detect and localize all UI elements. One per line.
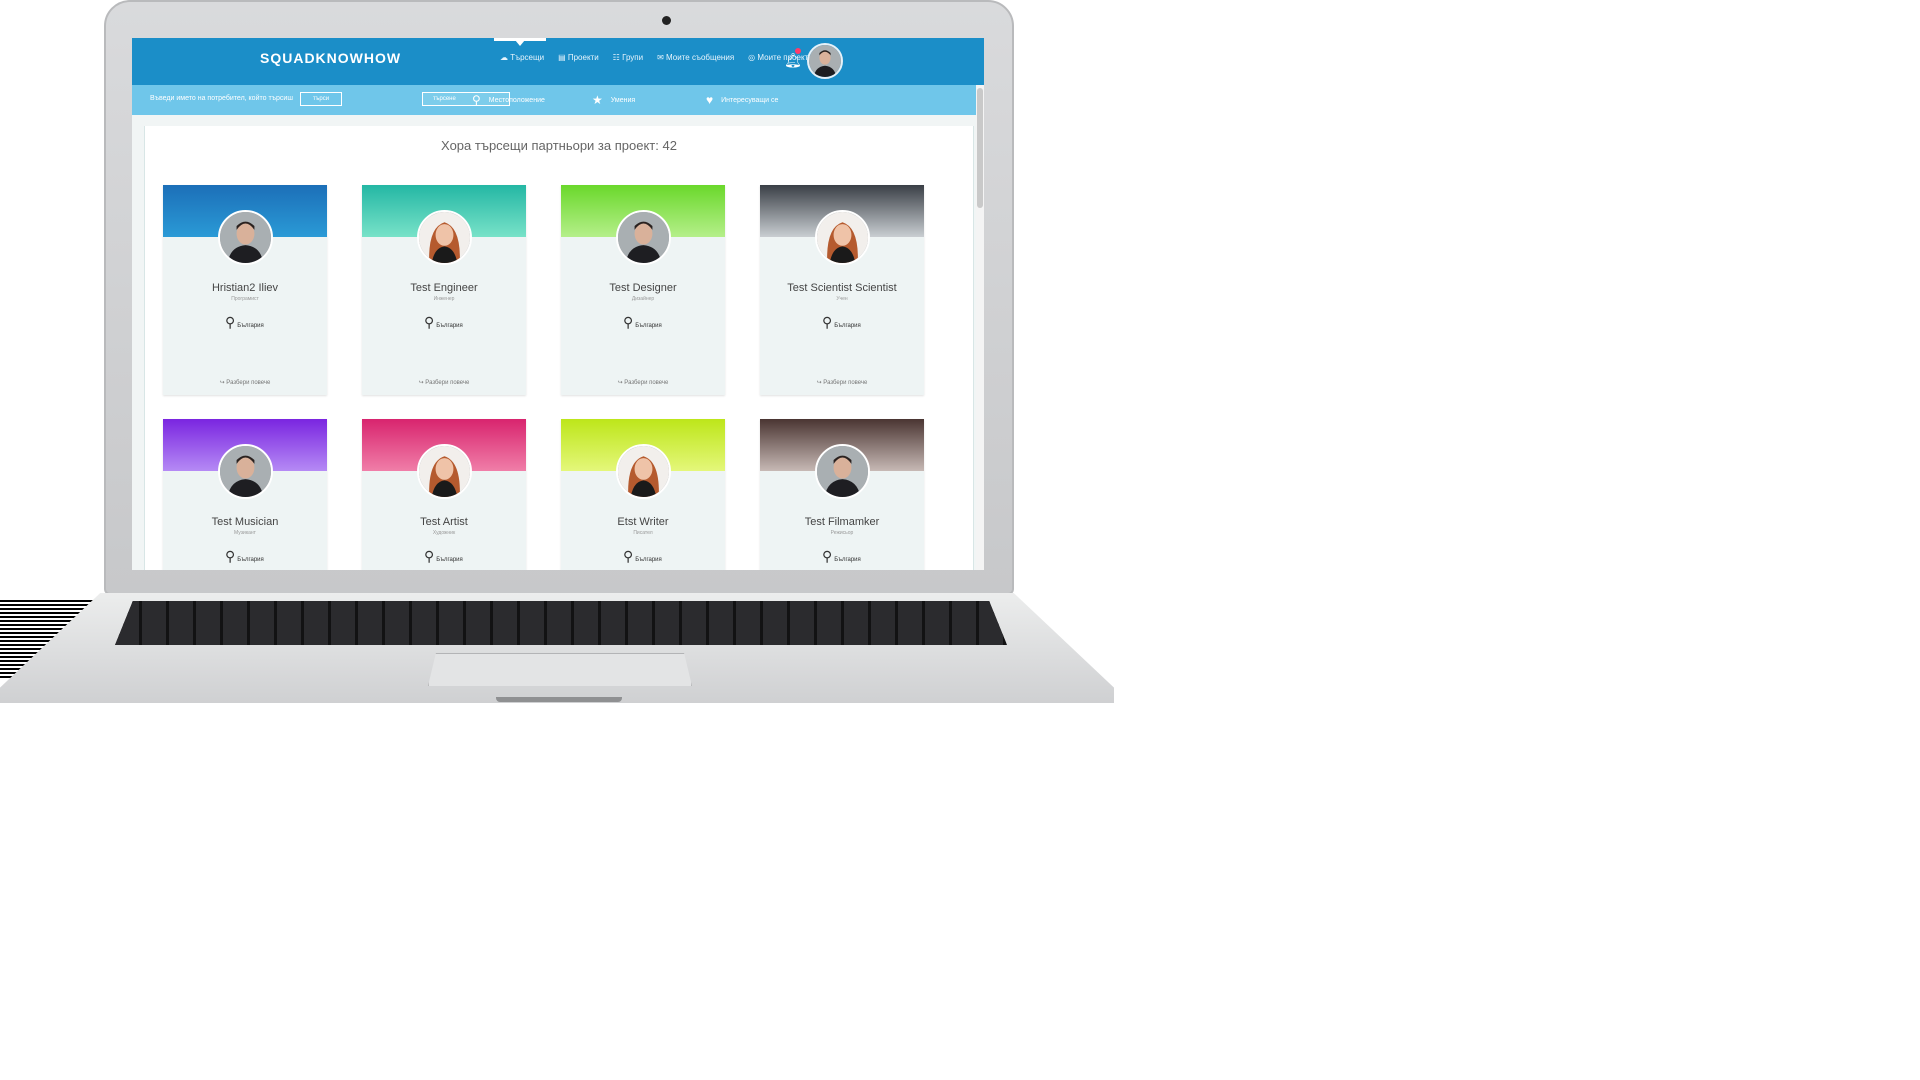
card-name[interactable]: Test Filmamker — [760, 516, 924, 528]
laptop-touchpad — [428, 653, 692, 686]
card-name[interactable]: Test Engineer — [362, 282, 526, 294]
card-name[interactable]: Test Designer — [561, 282, 725, 294]
scrollbar-thumb[interactable] — [977, 88, 983, 208]
location-filter[interactable]: ⚲ Местоположение — [472, 93, 545, 107]
card-role: Дизайнер — [631, 296, 655, 302]
location-filter-label: Местоположение — [488, 96, 545, 104]
user-avatar-image — [809, 45, 841, 77]
user-card[interactable]: Test Engineer Инженер ⚲ България ↪ Разбери п… — [362, 185, 526, 395]
learn-more-link[interactable]: ↪ Разбери повече — [163, 379, 327, 386]
search-intro-text: Въведи името на потребител, който търсиш — [150, 95, 293, 102]
bell-icon[interactable]: 🔔︎ — [784, 52, 802, 69]
learn-more-link[interactable]: ↪ Разбери повече — [561, 379, 725, 386]
user-card[interactable]: Hristian2 Iliev Програмист ⚲ България ↪ Разб… — [163, 185, 327, 395]
nav-item-seekers[interactable]: ☁ Търсещи — [500, 53, 544, 62]
card-location-text: България — [436, 557, 463, 563]
location-pin-icon: ⚲ — [424, 548, 435, 564]
nav-menu: ☁ Търсещи ▤ Проекти ☷ Групи ✉ Моите съоб… — [500, 53, 813, 62]
laptop-notch — [496, 697, 622, 702]
card-avatar[interactable] — [815, 444, 870, 499]
user-card[interactable]: Etst WriterПисател⚲България↪ Разбери пов… — [561, 419, 725, 570]
card-location-text: България — [237, 323, 264, 329]
card-role: Музикант — [234, 530, 256, 536]
card-role: Инженер — [433, 296, 455, 302]
card-avatar[interactable] — [417, 444, 472, 499]
page-title: Хора търсещи партньори за проект: 42 — [441, 138, 677, 153]
card-role: Писател — [633, 530, 653, 536]
laptop-screen: SQUADKNOWHOW ☁ Търсещи ▤ Проекти ☷ Групи… — [132, 38, 984, 570]
card-location-text: България — [237, 557, 264, 563]
card-location-text: България — [635, 557, 662, 563]
nav-item-my-projects[interactable]: ◎ Моите проекти — [748, 53, 813, 62]
filter-bar: Въведи името на потребител, който търсиш… — [132, 85, 984, 115]
card-location: ⚲ България — [822, 315, 861, 329]
laptop-keyboard — [115, 601, 1007, 645]
card-location-text: България — [436, 323, 463, 329]
card-location-text: България — [635, 323, 662, 329]
top-navbar: SQUADKNOWHOW ☁ Търсещи ▤ Проекти ☷ Групи… — [132, 38, 984, 85]
card-avatar[interactable] — [218, 444, 273, 499]
nav-item-projects[interactable]: ▤ Проекти — [558, 53, 599, 62]
card-location: ⚲ България — [424, 549, 463, 563]
card-role: Учен — [836, 296, 848, 302]
card-avatar[interactable] — [417, 210, 472, 265]
location-pin-icon: ⚲ — [623, 314, 634, 330]
user-card[interactable]: Test Scientist Scientist Учен ⚲ България ↪ Р… — [760, 185, 924, 395]
card-location: ⚲ България — [225, 549, 264, 563]
location-pin-icon: ⚲ — [623, 548, 634, 564]
location-pin-icon: ⚲ — [822, 314, 833, 330]
learn-more-link[interactable]: ↪ Разбери повече — [362, 379, 526, 386]
card-name[interactable]: Test Scientist Scientist — [760, 282, 924, 294]
nav-item-groups[interactable]: ☷ Групи — [613, 53, 643, 62]
card-avatar[interactable] — [218, 210, 273, 265]
location-pin-icon: ⚲ — [225, 548, 236, 564]
card-location-text: България — [834, 323, 861, 329]
card-location: ⚲ България — [225, 315, 264, 329]
favorites-filter-label: Интересуващи се — [721, 96, 779, 104]
card-avatar[interactable] — [616, 210, 671, 265]
favorites-filter[interactable]: ♥ Интересуващи се — [706, 93, 778, 107]
search-button[interactable]: търси — [300, 92, 342, 106]
camera-icon — [662, 16, 671, 25]
card-role: Режисьор — [830, 530, 854, 536]
card-name[interactable]: Etst Writer — [561, 516, 725, 528]
skills-filter[interactable]: ★ Умения — [592, 93, 635, 107]
user-avatar[interactable] — [807, 43, 843, 79]
user-card[interactable]: Test MusicianМузикант⚲България↪ Разбери … — [163, 419, 327, 570]
card-avatar[interactable] — [815, 210, 870, 265]
heart-icon: ♥ — [706, 93, 714, 107]
user-card[interactable]: Test FilmamkerРежисьор⚲България↪ Разбери… — [760, 419, 924, 570]
card-location: ⚲ България — [424, 315, 463, 329]
card-role: Художник — [432, 530, 456, 536]
nav-item-messages[interactable]: ✉ Моите съобщения — [657, 53, 734, 62]
notification-badge — [795, 48, 801, 54]
card-name[interactable]: Hristian2 Iliev — [163, 282, 327, 294]
card-location: ⚲ България — [623, 549, 662, 563]
card-role: Програмист — [231, 296, 259, 302]
card-location: ⚲ България — [623, 315, 662, 329]
user-card[interactable]: Test Designer Дизайнер ⚲ България ↪ Разбери … — [561, 185, 725, 395]
card-name[interactable]: Test Artist — [362, 516, 526, 528]
location-pin-icon: ⚲ — [822, 548, 833, 564]
card-location: ⚲ България — [822, 549, 861, 563]
card-location-text: България — [834, 557, 861, 563]
location-pin-icon: ⚲ — [472, 93, 481, 107]
nav-caret-icon — [515, 40, 525, 46]
card-name[interactable]: Test Musician — [163, 516, 327, 528]
skills-filter-label: Умения — [610, 96, 636, 104]
card-avatar[interactable] — [616, 444, 671, 499]
app-logo[interactable]: SQUADKNOWHOW — [260, 50, 401, 66]
star-icon: ★ — [592, 93, 603, 107]
location-pin-icon: ⚲ — [225, 314, 236, 330]
user-card[interactable]: Test ArtistХудожник⚲България↪ Разбери по… — [362, 419, 526, 570]
learn-more-link[interactable]: ↪ Разбери повече — [760, 379, 924, 386]
location-pin-icon: ⚲ — [424, 314, 435, 330]
